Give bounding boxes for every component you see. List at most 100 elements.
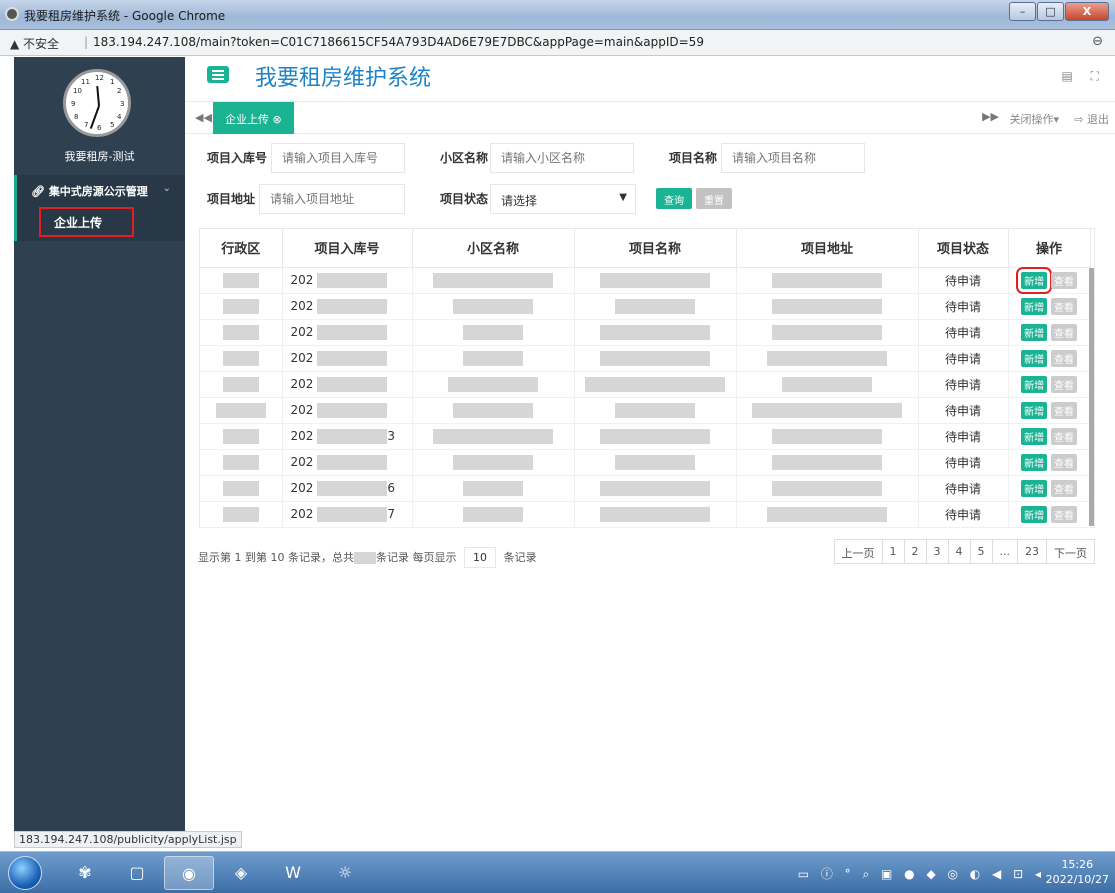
add-button[interactable]: 新增 (1021, 453, 1048, 471)
table-row[interactable]: 202 待申请 新增 查看 (200, 449, 1091, 476)
folder-icon[interactable]: ▢ (112, 856, 162, 890)
table-row[interactable]: 202 待申请 新增 查看 (200, 319, 1091, 346)
header-icons[interactable]: ▤ ⛶ (1061, 69, 1099, 84)
cell-address (736, 397, 919, 424)
col-district[interactable]: 行政区 (200, 229, 283, 268)
page-button-2[interactable]: 2 (903, 539, 927, 564)
redacted-text (772, 298, 882, 314)
redacted-text (463, 506, 523, 522)
project-no-input[interactable] (271, 143, 405, 173)
view-button[interactable]: 查看 (1050, 505, 1077, 523)
add-button[interactable]: 新增 (1021, 505, 1048, 523)
cell-operations: 新增 查看 (1008, 423, 1091, 450)
view-button[interactable]: 查看 (1050, 375, 1077, 393)
page-prev-button[interactable]: 上一页 (833, 539, 883, 564)
project-name-input[interactable] (721, 143, 865, 173)
redacted-text (448, 376, 538, 392)
cell-district (200, 319, 283, 346)
page-button-5[interactable]: 5 (969, 539, 993, 564)
add-button[interactable]: 新增 (1021, 323, 1048, 341)
view-button[interactable]: 查看 (1050, 297, 1077, 315)
redacted-text (317, 376, 388, 392)
zoom-icon[interactable]: ⊖ (1092, 34, 1103, 49)
table-row[interactable]: 202 7 待申请 新增 查看 (200, 501, 1091, 528)
table-row[interactable]: 202 待申请 新增 查看 (200, 371, 1091, 398)
clock-widget: 12 3 6 9 1 2 4 5 7 8 10 11 (63, 69, 131, 137)
wechat-icon[interactable]: ☼ (320, 856, 370, 890)
page-size-select[interactable]: 10 (463, 547, 496, 568)
security-warning[interactable]: ▲ 不安全 (10, 35, 59, 52)
pagination-info: 显示第 1 到第 10 条记录，总共 条记录 每页显示 10 条记录 (198, 547, 536, 568)
reset-button[interactable]: 重置 (696, 188, 732, 209)
view-button[interactable]: 查看 (1050, 453, 1077, 471)
page-button-3[interactable]: 3 (925, 539, 949, 564)
view-button[interactable]: 查看 (1050, 427, 1077, 445)
table-row[interactable]: 202 待申请 新增 查看 (200, 345, 1091, 372)
col-project-no[interactable]: 项目入库号 (282, 229, 413, 268)
add-button[interactable]: 新增 (1021, 479, 1048, 497)
tab-enterprise-upload[interactable]: 企业上传 ⊗ (213, 102, 294, 134)
status-bar-url: 183.194.247.108/publicity/applyList.jsp (14, 831, 242, 848)
maximize-button[interactable]: □ (1037, 2, 1064, 21)
redacted-text (222, 428, 259, 444)
page-next-button[interactable]: 下一页 (1046, 539, 1095, 564)
page-button-23[interactable]: 23 (1017, 539, 1047, 564)
col-address[interactable]: 项目地址 (736, 229, 919, 268)
view-button[interactable]: 查看 (1050, 271, 1077, 289)
chevron-down-icon[interactable]: ⌄ (163, 183, 171, 194)
word-icon[interactable]: W (268, 856, 318, 890)
close-window-button[interactable]: X (1065, 2, 1109, 21)
filter-label-status: 项目状态 (440, 192, 489, 206)
cell-project-no: 202 (282, 397, 413, 424)
sidebar-group-label[interactable]: 🔗︎ 集中式房源公示管理 (31, 183, 148, 199)
table-scrollbar[interactable] (1089, 268, 1094, 526)
system-tray[interactable]: ▭ ⓘ ° ⌕ ▣ ● ◆ ◎ ◐ ◀ ⊡ ◂ (798, 865, 1045, 882)
community-name-input[interactable] (490, 143, 634, 173)
col-project-name[interactable]: 项目名称 (574, 229, 737, 268)
tab-prev-icon[interactable]: ◀◀ (195, 111, 212, 124)
project-status-select[interactable]: 请选择 ▼ (490, 184, 636, 214)
sidebar-item-enterprise-upload[interactable]: 企业上传 (39, 207, 134, 237)
paint-icon[interactable]: ✾ (60, 856, 110, 890)
view-button[interactable]: 查看 (1050, 479, 1077, 497)
sidebar-group-publicity[interactable]: 🔗︎ 集中式房源公示管理 ⌄ 企业上传 (14, 175, 185, 241)
add-button[interactable]: 新增 (1021, 375, 1048, 393)
table-row[interactable]: 202 6 待申请 新增 查看 (200, 475, 1091, 502)
col-status[interactable]: 项目状态 (918, 229, 1009, 268)
cell-address (736, 475, 919, 502)
explorer-icon[interactable]: ◈ (216, 856, 266, 890)
close-operations-dropdown[interactable]: 关闭操作▾ (1009, 111, 1059, 127)
menu-toggle-button[interactable] (207, 66, 229, 83)
logout-button[interactable]: ⇨ 退出 (1074, 111, 1109, 127)
tab-next-icon[interactable]: ▶▶ (982, 110, 999, 123)
table-row[interactable]: 202 待申请 新增 查看 (200, 293, 1091, 320)
page-button-1[interactable]: 1 (881, 539, 905, 564)
project-address-input[interactable] (259, 184, 405, 214)
redacted-text (772, 272, 882, 288)
add-button[interactable]: 新增 (1021, 349, 1048, 367)
col-community[interactable]: 小区名称 (412, 229, 575, 268)
minimize-button[interactable]: – (1009, 2, 1036, 21)
cell-district (200, 475, 283, 502)
add-button[interactable]: 新增 (1021, 427, 1048, 445)
view-button[interactable]: 查看 (1050, 323, 1077, 341)
table-row[interactable]: 202 待申请 新增 查看 (200, 397, 1091, 424)
project-no-text: 202 (290, 402, 314, 417)
redacted-text (585, 376, 725, 392)
view-button[interactable]: 查看 (1050, 401, 1077, 419)
chrome-taskbar-icon[interactable]: ◉ (164, 856, 214, 890)
redacted-text (453, 402, 533, 418)
table-row[interactable]: 202 待申请 新增 查看 (200, 266, 1091, 294)
query-button[interactable]: 查询 (656, 188, 692, 209)
add-button[interactable]: 新增 (1016, 266, 1053, 294)
start-button[interactable] (8, 856, 42, 890)
cell-community (412, 267, 575, 294)
add-button[interactable]: 新增 (1021, 297, 1048, 315)
add-button[interactable]: 新增 (1021, 401, 1048, 419)
view-button[interactable]: 查看 (1050, 349, 1077, 367)
taskbar-clock[interactable]: 15:26 2022/10/27 (1046, 857, 1109, 887)
group-label-text: 集中式房源公示管理 (48, 185, 148, 198)
page-button-4[interactable]: 4 (947, 539, 971, 564)
url-field[interactable]: 183.194.247.108/main?token=C01C7186615CF… (93, 35, 704, 49)
table-row[interactable]: 202 3 待申请 新增 查看 (200, 423, 1091, 450)
